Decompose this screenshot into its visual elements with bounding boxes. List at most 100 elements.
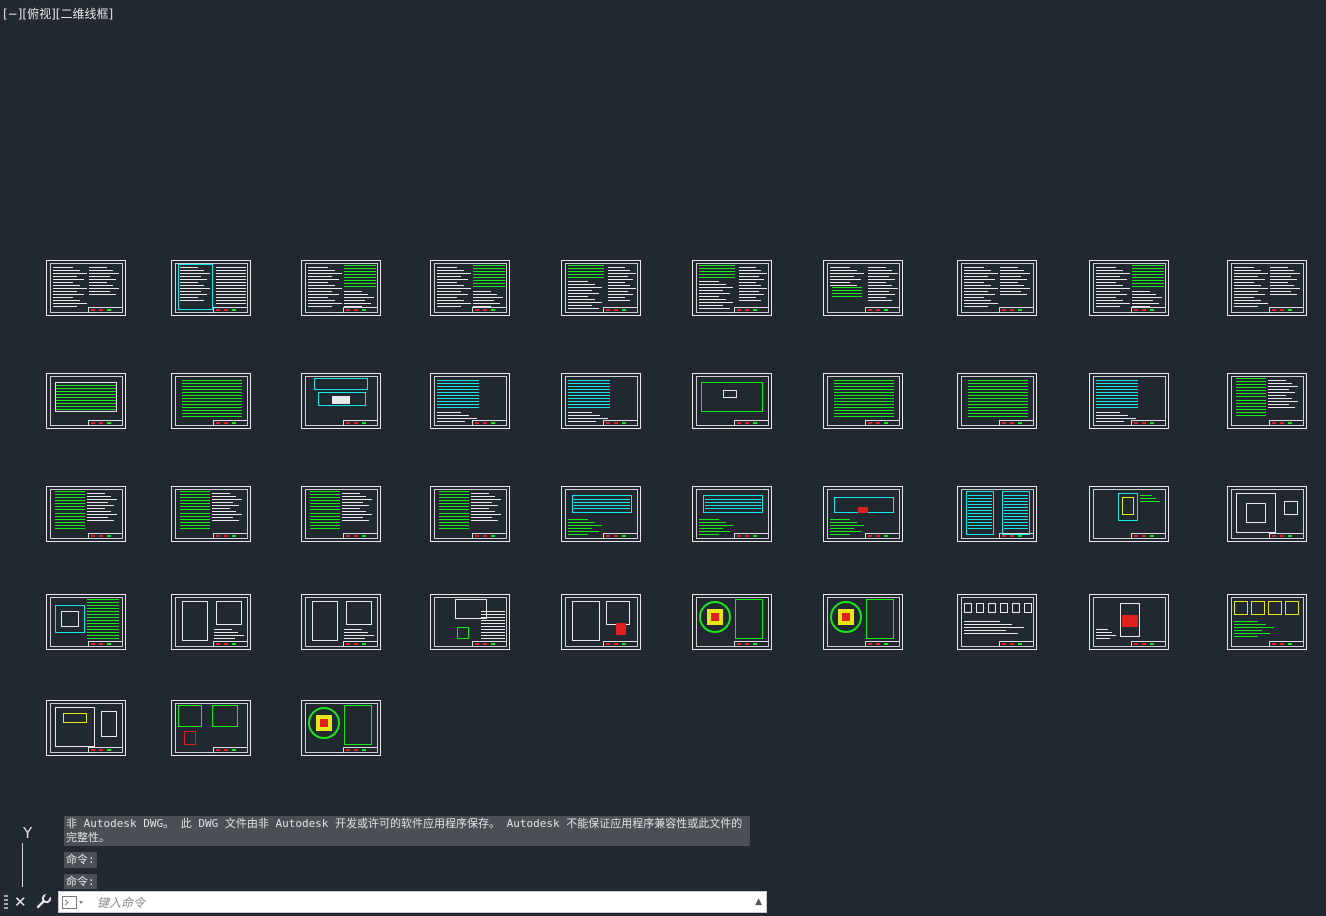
red-mark [184, 731, 196, 745]
command-prompt-icon[interactable] [62, 896, 84, 909]
drawing-sheet[interactable] [301, 486, 381, 542]
text-line [53, 294, 84, 295]
drawing-sheet[interactable] [430, 594, 510, 650]
text-line [1234, 279, 1265, 280]
drawing-sheet[interactable] [1227, 260, 1307, 316]
table-block [1236, 400, 1266, 418]
text-line [437, 412, 461, 413]
text-line [608, 300, 631, 301]
text-line [1096, 297, 1117, 298]
text-line [437, 291, 461, 292]
drawing-sheet[interactable] [171, 700, 251, 756]
text-line [308, 279, 339, 280]
drawing-sheet[interactable] [1227, 373, 1307, 429]
drawing-sheet[interactable] [692, 486, 772, 542]
drawing-sheet[interactable] [171, 486, 251, 542]
drawing-canvas[interactable] [0, 0, 1326, 800]
text-line [473, 300, 494, 301]
drawing-sheet[interactable] [301, 594, 381, 650]
close-command-line-button[interactable]: ✕ [14, 893, 27, 911]
text-line [568, 412, 592, 413]
text-line [1270, 270, 1294, 271]
drawing-sheet[interactable] [823, 486, 903, 542]
text-line [1270, 285, 1294, 286]
command-input[interactable] [95, 893, 749, 913]
title-block [343, 307, 378, 313]
text-line [437, 418, 477, 419]
text-line [608, 297, 625, 298]
text-line [1096, 288, 1130, 289]
text-line [964, 285, 992, 286]
text-line [1268, 404, 1289, 405]
drawing-sheet[interactable] [430, 486, 510, 542]
drawing-sheet[interactable] [957, 594, 1037, 650]
drawing-sheet[interactable] [171, 373, 251, 429]
text-line [1096, 303, 1130, 304]
wrench-icon[interactable] [35, 892, 53, 910]
drawing-sheet[interactable] [46, 486, 126, 542]
drawing-sheet[interactable] [561, 594, 641, 650]
command-bar-grip[interactable] [4, 895, 8, 911]
title-block [343, 747, 378, 753]
text-line [1268, 401, 1298, 402]
drawing-sheet[interactable] [957, 260, 1037, 316]
text-line [471, 493, 489, 494]
drawing-sheet[interactable] [171, 260, 251, 316]
text-line [1140, 495, 1152, 496]
text-line [89, 267, 107, 268]
title-block [1269, 641, 1304, 647]
drawing-sheet[interactable] [957, 486, 1037, 542]
drawing-sheet[interactable] [1227, 486, 1307, 542]
text-line [1234, 267, 1255, 268]
drawing-sheet[interactable] [46, 700, 126, 756]
red-block [1122, 615, 1138, 627]
drawing-sheet[interactable] [1089, 260, 1169, 316]
table-block [574, 499, 630, 509]
drawing-sheet[interactable] [823, 594, 903, 650]
schematic-core [332, 396, 350, 404]
text-line [212, 517, 233, 518]
text-line [699, 290, 723, 291]
drawing-sheet[interactable] [1227, 594, 1307, 650]
drawing-sheet[interactable] [1089, 373, 1169, 429]
drawing-sheet[interactable] [1089, 486, 1169, 542]
text-line [608, 285, 631, 286]
drawing-sheet[interactable] [1089, 594, 1169, 650]
recent-commands-arrow-icon[interactable]: ▲ [755, 897, 762, 907]
red-mark [858, 507, 868, 513]
drawing-sheet[interactable] [430, 373, 510, 429]
drawing-sheet[interactable] [171, 594, 251, 650]
drawing-sheet[interactable] [692, 373, 772, 429]
drawing-sheet[interactable] [692, 594, 772, 650]
table-block [439, 513, 469, 531]
drawing-sheet[interactable] [561, 373, 641, 429]
tree-icon [964, 603, 972, 613]
drawing-sheet[interactable] [46, 260, 126, 316]
drawing-sheet[interactable] [561, 486, 641, 542]
text-line [699, 308, 730, 309]
drawing-sheet[interactable] [823, 373, 903, 429]
text-line [1096, 276, 1120, 277]
drawing-sheet[interactable] [46, 373, 126, 429]
text-line [1096, 285, 1124, 286]
table-block [699, 265, 735, 279]
text-line [830, 267, 851, 268]
title-block [865, 420, 900, 426]
drawing-sheet[interactable] [46, 594, 126, 650]
drawing-sheet[interactable] [301, 260, 381, 316]
drawing-sheet[interactable] [301, 373, 381, 429]
text-line [308, 294, 339, 295]
detail-outline [182, 601, 208, 641]
text-line [699, 525, 733, 526]
text-line [1000, 270, 1024, 271]
text-line [830, 528, 854, 529]
table-block [180, 491, 210, 511]
drawing-sheet[interactable] [692, 260, 772, 316]
text-line [437, 303, 471, 304]
drawing-sheet[interactable] [430, 260, 510, 316]
text-line [214, 635, 244, 636]
drawing-sheet[interactable] [301, 700, 381, 756]
drawing-sheet[interactable] [957, 373, 1037, 429]
drawing-sheet[interactable] [823, 260, 903, 316]
drawing-sheet[interactable] [561, 260, 641, 316]
